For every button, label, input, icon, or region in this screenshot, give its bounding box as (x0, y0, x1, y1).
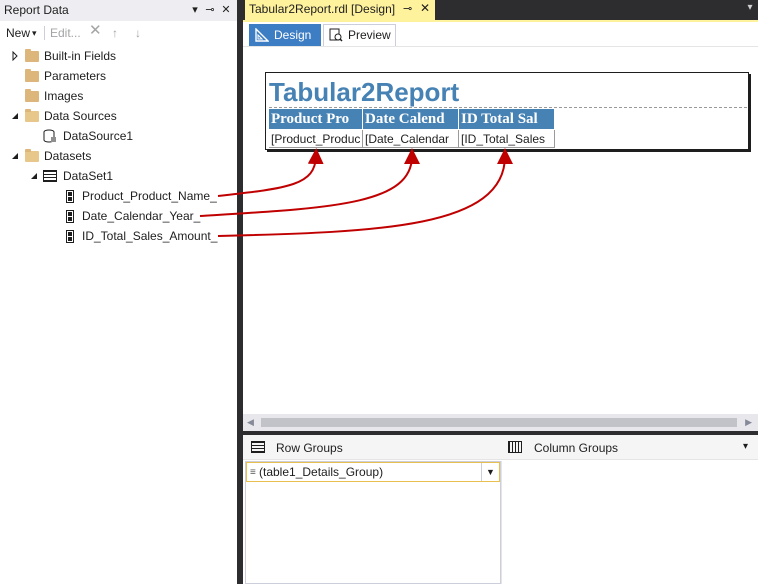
close-icon[interactable]: ✕ (420, 1, 430, 15)
document-tabstrip: Tabular2Report.rdl [Design] ⊸ ✕ ▾ (243, 0, 758, 20)
folder-open-icon (25, 109, 39, 122)
field-label: Date_Calendar_Year_ (82, 209, 201, 223)
view-tabs: Design Preview (243, 22, 758, 46)
row-groups-list: ≡ (table1_Details_Group) ▼ (245, 461, 501, 584)
horizontal-scrollbar[interactable]: ◀ ▶ (243, 414, 758, 431)
tree-item-datasource1[interactable]: DataSource1 (0, 126, 237, 146)
chevron-down-icon[interactable]: ▾ (32, 25, 37, 41)
design-surface[interactable]: Tabular2Report Product Pro Date Calend I… (243, 46, 758, 414)
folder-icon (25, 49, 39, 62)
table-grid-icon (43, 170, 57, 182)
row-groups-label: Row Groups (276, 441, 343, 455)
row-groups-icon (251, 441, 265, 453)
chevron-down-icon[interactable]: ▾ (188, 2, 202, 18)
preview-icon (329, 28, 343, 42)
tree-item-field[interactable]: Date_Calendar_Year_ (0, 206, 237, 226)
table-header-cell[interactable]: Product Pro (269, 109, 363, 129)
table-detail-cell[interactable]: [ID_Total_Sales (459, 130, 555, 148)
tree-item-dataset1[interactable]: DataSet1 (0, 166, 237, 186)
new-button[interactable]: New (6, 25, 30, 41)
tree-item-builtin-fields[interactable]: Built-in Fields (0, 46, 237, 66)
tree-item-label: Images (44, 89, 84, 103)
grouping-pane: Row Groups Column Groups ▾ ≡ (table1_Det… (243, 435, 758, 584)
field-icon (66, 230, 74, 243)
chevron-expanded-icon[interactable] (10, 151, 20, 161)
column-groups-list (501, 461, 758, 584)
table-detail-cell[interactable]: [Product_Produc (269, 130, 363, 148)
tree-item-label: Datasets (44, 149, 92, 163)
table-header-cell[interactable]: ID Total Sal (459, 109, 555, 129)
design-ruler-icon (255, 28, 269, 42)
document-area: Tabular2Report.rdl [Design] ⊸ ✕ ▾ Design… (243, 0, 758, 584)
tree-item-parameters[interactable]: Parameters (0, 66, 237, 86)
group-lines-icon: ≡ (250, 467, 256, 478)
chevron-down-icon[interactable]: ▼ (481, 463, 499, 481)
tree-item-images[interactable]: Images (0, 86, 237, 106)
field-label: ID_Total_Sales_Amount_ (82, 229, 218, 243)
folder-icon (25, 69, 39, 82)
report-body[interactable]: Tabular2Report Product Pro Date Calend I… (265, 72, 749, 150)
document-tab-title: Tabular2Report.rdl [Design] (249, 2, 396, 16)
row-group-label: (table1_Details_Group) (259, 465, 384, 479)
table-detail-cell[interactable]: [Date_Calendar (363, 130, 459, 148)
column-groups-icon (508, 441, 522, 453)
scroll-right-icon[interactable]: ▶ (745, 417, 752, 428)
chevron-right-icon[interactable] (10, 51, 20, 61)
scroll-left-icon[interactable]: ◀ (247, 417, 254, 428)
tab-design[interactable]: Design (249, 24, 321, 46)
column-groups-label: Column Groups (534, 441, 619, 455)
tab-preview[interactable]: Preview (323, 24, 396, 46)
chevron-expanded-icon[interactable] (29, 171, 39, 181)
folder-icon (25, 89, 39, 102)
chevron-down-icon[interactable]: ▾ (743, 441, 748, 452)
field-icon (66, 210, 74, 223)
report-data-titlebar: Report Data ▾ ⊸ ✕ (0, 0, 237, 21)
field-icon (66, 190, 74, 203)
tree-item-label: Built-in Fields (44, 49, 117, 63)
tree-item-label: Parameters (44, 69, 107, 83)
tree-item-field[interactable]: Product_Product_Name_ (0, 186, 237, 206)
report-title-textbox[interactable]: Tabular2Report (269, 76, 747, 108)
row-group-item[interactable]: ≡ (table1_Details_Group) ▼ (246, 462, 500, 482)
tree-item-label: DataSource1 (63, 129, 134, 143)
document-tab[interactable]: Tabular2Report.rdl [Design] ⊸ ✕ (245, 0, 435, 20)
folder-open-icon (25, 149, 39, 162)
grouping-header: Row Groups Column Groups ▾ (243, 435, 758, 460)
report-data-panel: Report Data ▾ ⊸ ✕ New ▾ Edit... ✕ ↑ ↓ Bu… (0, 0, 237, 584)
report-tablix[interactable]: Product Pro Date Calend ID Total Sal [Pr… (269, 109, 555, 148)
chevron-down-icon[interactable]: ▾ (744, 2, 756, 16)
tab-design-label: Design (274, 28, 312, 42)
report-data-title: Report Data (4, 3, 69, 17)
field-label: Product_Product_Name_ (82, 189, 217, 203)
close-icon[interactable]: ✕ (219, 2, 233, 18)
report-data-toolbar: New ▾ Edit... ✕ ↑ ↓ (0, 21, 237, 45)
tree-item-field[interactable]: ID_Total_Sales_Amount_ (0, 226, 237, 246)
tree-item-data-sources[interactable]: Data Sources (0, 106, 237, 126)
delete-icon[interactable]: ✕ (89, 23, 102, 39)
scrollbar-thumb[interactable] (261, 418, 737, 427)
tree-item-label: DataSet1 (63, 169, 114, 183)
table-header-cell[interactable]: Date Calend (363, 109, 459, 129)
move-up-icon[interactable]: ↑ (112, 25, 118, 41)
toolbar-separator (44, 26, 45, 40)
chevron-expanded-icon[interactable] (10, 111, 20, 121)
move-down-icon[interactable]: ↓ (135, 25, 141, 41)
edit-button[interactable]: Edit... (50, 25, 81, 41)
tree-item-datasets[interactable]: Datasets (0, 146, 237, 166)
tree-item-label: Data Sources (44, 109, 117, 123)
pin-icon[interactable]: ⊸ (403, 2, 412, 15)
tab-preview-label: Preview (348, 28, 391, 42)
pin-icon[interactable]: ⊸ (203, 2, 217, 18)
database-icon (43, 129, 56, 143)
